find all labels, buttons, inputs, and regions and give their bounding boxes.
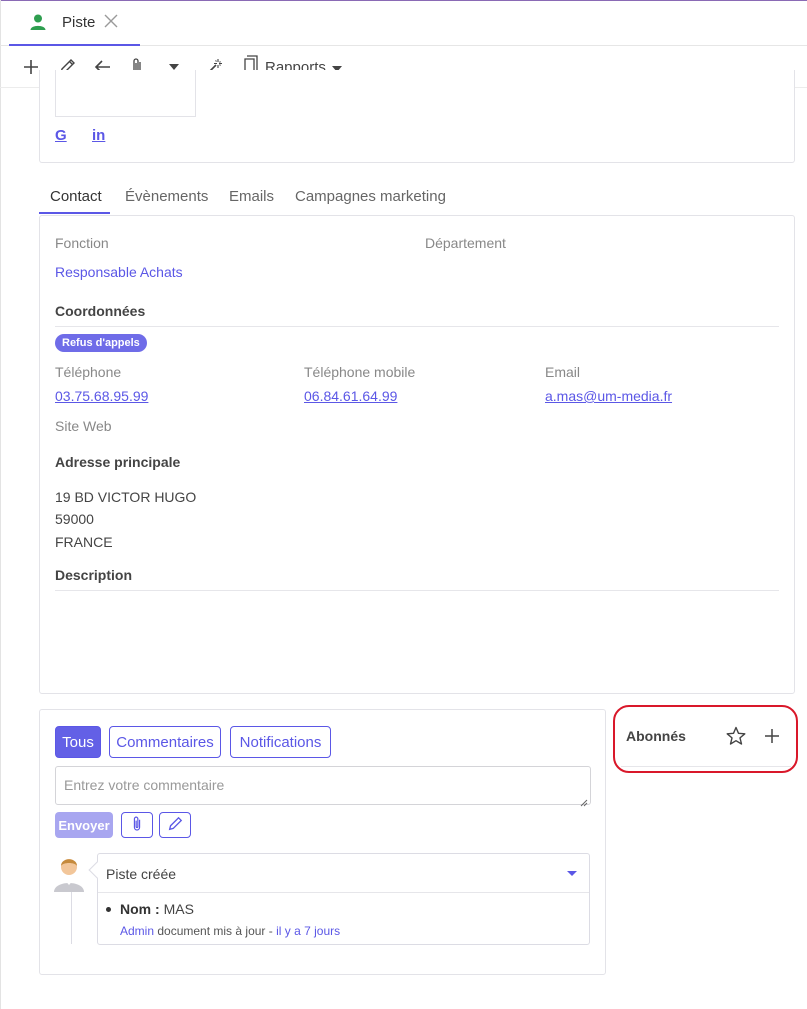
header-card: G in xyxy=(39,70,795,163)
message-header[interactable]: Piste créée xyxy=(98,854,589,893)
fonction-value[interactable]: Responsable Achats xyxy=(55,264,183,280)
message-action: document mis à jour - xyxy=(157,924,273,938)
divider xyxy=(55,590,779,591)
fonction-label: Fonction xyxy=(55,235,109,251)
departement-label: Département xyxy=(425,235,506,251)
caret-down-icon[interactable] xyxy=(567,871,577,876)
tab-campagnes-marketing[interactable]: Campagnes marketing xyxy=(295,188,446,205)
coordonnees-title: Coordonnées xyxy=(55,303,146,319)
linkedin-link[interactable]: in xyxy=(92,127,105,144)
message-time[interactable]: il y a 7 jours xyxy=(276,924,340,938)
divider xyxy=(55,326,779,327)
chatter-panel: Tous Commentaires Notifications Entrez v… xyxy=(39,709,606,975)
full-composer-button[interactable] xyxy=(159,812,191,838)
telephone-link[interactable]: 03.75.68.95.99 xyxy=(55,388,148,404)
bullet-icon xyxy=(106,907,111,912)
send-button[interactable]: Envoyer xyxy=(55,812,113,838)
message-title: Piste créée xyxy=(106,866,177,882)
field-name: Nom : xyxy=(120,901,160,917)
site-web-label: Site Web xyxy=(55,418,112,434)
tab-contact[interactable]: Contact xyxy=(50,188,102,205)
field-value: MAS xyxy=(163,901,194,917)
tab-label: Piste xyxy=(62,14,96,31)
mobile-link[interactable]: 06.84.61.64.99 xyxy=(304,388,397,404)
address-line: FRANCE xyxy=(55,534,113,550)
adresse-title: Adresse principale xyxy=(55,454,181,470)
attach-button[interactable] xyxy=(121,812,153,838)
tab-emails[interactable]: Emails xyxy=(229,188,274,205)
paperclip-icon xyxy=(131,815,143,836)
comment-placeholder: Entrez votre commentaire xyxy=(64,777,225,793)
comment-input[interactable]: Entrez votre commentaire xyxy=(55,766,591,807)
active-tab-indicator xyxy=(39,212,110,214)
message-item: Piste créée Nom : MAS Admin document mis… xyxy=(88,853,590,945)
photo-placeholder[interactable] xyxy=(55,70,196,117)
filter-tous[interactable]: Tous xyxy=(55,726,101,758)
email-link[interactable]: a.mas@um-media.fr xyxy=(545,388,672,404)
filter-commentaires[interactable]: Commentaires xyxy=(109,726,221,758)
tab-piste[interactable]: Piste xyxy=(9,1,140,46)
status-badge: Refus d'appels xyxy=(55,334,147,352)
resize-handle-icon[interactable] xyxy=(580,794,588,807)
telephone-label: Téléphone xyxy=(55,364,122,380)
mobile-label: Téléphone mobile xyxy=(304,364,416,380)
address-line: 59000 xyxy=(55,511,94,527)
tab-evenements[interactable]: Évènements xyxy=(125,188,208,205)
contact-panel: Fonction Responsable Achats Département … xyxy=(39,215,795,694)
filter-notifications[interactable]: Notifications xyxy=(230,726,331,758)
description-title: Description xyxy=(55,567,133,583)
pencil-icon xyxy=(167,816,183,835)
highlight-annotation xyxy=(613,705,798,773)
avatar xyxy=(52,852,86,892)
tab-strip: Piste xyxy=(0,1,807,46)
message-meta: Admin document mis à jour - il y a 7 jou… xyxy=(120,924,340,938)
person-icon xyxy=(29,13,47,31)
timeline-line xyxy=(71,892,72,944)
google-link[interactable]: G xyxy=(55,127,67,144)
close-icon[interactable] xyxy=(104,13,120,31)
email-label: Email xyxy=(545,364,581,380)
author-link[interactable]: Admin xyxy=(120,924,154,938)
tracked-field: Nom : MAS xyxy=(120,901,194,917)
address-line: 19 BD VICTOR HUGO xyxy=(55,489,197,505)
window-left-border xyxy=(0,0,1,1009)
